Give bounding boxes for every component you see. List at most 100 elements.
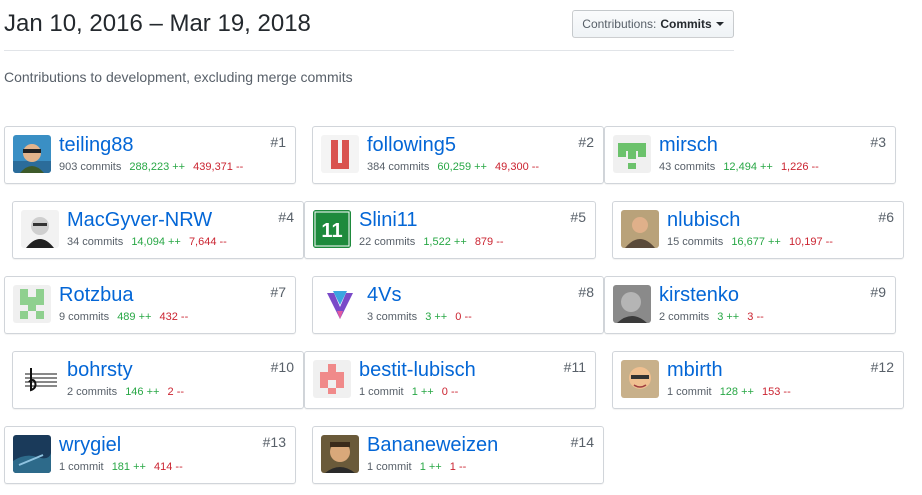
contributor-name-link[interactable]: wrygiel <box>59 434 121 457</box>
photo-avatar-icon[interactable] <box>21 210 59 248</box>
deletions-count: 7,644 -- <box>188 236 227 248</box>
identicon-avatar-icon[interactable] <box>313 360 351 398</box>
caret-down-icon <box>715 22 724 26</box>
contributor-stats: 1 commit 128 ++ 153 -- <box>667 386 791 398</box>
contributor-rank: #10 <box>270 359 294 375</box>
photo-avatar-icon[interactable] <box>13 135 51 173</box>
contributor-name-link[interactable]: nlubisch <box>667 209 740 232</box>
contributor-name-link[interactable]: bohrsty <box>67 359 133 382</box>
contributor-stats: 1 commit 181 ++ 414 -- <box>59 461 183 473</box>
deletions-count: 2 -- <box>167 386 185 398</box>
dropdown-prefix: Contributions: <box>582 17 657 31</box>
contributor-name-link[interactable]: mbirth <box>667 359 723 382</box>
identicon-avatar-icon[interactable] <box>613 135 651 173</box>
additions-count: 146 ++ <box>125 386 160 398</box>
contributor-stats: 9 commits 489 ++ 432 -- <box>59 311 188 323</box>
contributor-card: mirsch #3 43 commits 12,494 ++ 1,226 -- <box>604 126 896 184</box>
photo-avatar-icon[interactable] <box>613 285 651 323</box>
contributor-rank: #7 <box>270 284 286 300</box>
deletions-count: 439,371 -- <box>193 161 244 173</box>
commit-count-link[interactable]: 1 commit <box>367 461 412 473</box>
contributor-name-link[interactable]: 4Vs <box>367 284 401 307</box>
additions-count: 3 ++ <box>425 311 448 323</box>
commit-count-link[interactable]: 384 commits <box>367 161 429 173</box>
contributor-rank: #12 <box>870 359 894 375</box>
contributor-card: following5 #2 384 commits 60,259 ++ 49,3… <box>312 126 604 184</box>
deletions-count: 153 -- <box>762 386 791 398</box>
contributor-card: Rotzbua #7 9 commits 489 ++ 432 -- <box>4 276 296 334</box>
contributor-card: MacGyver-NRW #4 34 commits 14,094 ++ 7,6… <box>12 201 304 259</box>
contributor-rank: #13 <box>262 434 286 450</box>
identicon-avatar-icon[interactable] <box>13 285 51 323</box>
commit-count-link[interactable]: 2 commits <box>67 386 117 398</box>
commit-count-link[interactable]: 15 commits <box>667 236 723 248</box>
contributor-name-link[interactable]: Slini11 <box>359 209 418 232</box>
contributor-rank: #11 <box>563 359 586 375</box>
commit-count-link[interactable]: 1 commit <box>359 386 404 398</box>
photo-avatar-icon[interactable] <box>13 435 51 473</box>
contributor-stats: 1 commit 1 ++ 1 -- <box>367 461 466 473</box>
commit-count-link[interactable]: 903 commits <box>59 161 121 173</box>
commit-count-link[interactable]: 2 commits <box>659 311 709 323</box>
photo-avatar-icon[interactable] <box>321 435 359 473</box>
date-range-title: Jan 10, 2016 – Mar 19, 2018 <box>4 10 311 37</box>
additions-count: 1 ++ <box>411 386 434 398</box>
photo-avatar-icon[interactable] <box>621 360 659 398</box>
logo-avatar-icon[interactable] <box>321 285 359 323</box>
commit-count-link[interactable]: 34 commits <box>67 236 123 248</box>
contributor-stats: 34 commits 14,094 ++ 7,644 -- <box>67 236 227 248</box>
deletions-count: 10,197 -- <box>788 236 833 248</box>
contributor-stats: 15 commits 16,677 ++ 10,197 -- <box>667 236 833 248</box>
contributor-card: Bananeweizen #14 1 commit 1 ++ 1 -- <box>312 426 604 484</box>
contributor-rank: #3 <box>870 134 886 150</box>
deletions-count: 432 -- <box>159 311 189 323</box>
deletions-count: 414 -- <box>154 461 183 473</box>
additions-count: 489 ++ <box>117 311 152 323</box>
music-logo-avatar-icon[interactable] <box>21 360 59 398</box>
additions-count: 14,094 ++ <box>131 236 181 248</box>
additions-count: 128 ++ <box>719 386 754 398</box>
deletions-count: 0 -- <box>455 311 472 323</box>
text-logo-avatar-icon[interactable]: 11 <box>313 210 351 248</box>
contributor-stats: 384 commits 60,259 ++ 49,300 -- <box>367 161 539 173</box>
contributor-rank: #1 <box>270 134 286 150</box>
commit-count-link[interactable]: 3 commits <box>367 311 417 323</box>
contributor-card: bohrsty #10 2 commits 146 ++ 2 -- <box>12 351 304 409</box>
commit-count-link[interactable]: 1 commit <box>59 461 104 473</box>
commit-count-link[interactable]: 22 commits <box>359 236 415 248</box>
deletions-count: 879 -- <box>474 236 504 248</box>
contributor-card: wrygiel #13 1 commit 181 ++ 414 -- <box>4 426 296 484</box>
page-subtitle: Contributions to development, excluding … <box>4 69 353 85</box>
additions-count: 181 ++ <box>111 461 146 473</box>
additions-count: 12,494 ++ <box>723 161 773 173</box>
deletions-count: 49,300 -- <box>495 161 540 173</box>
commit-count-link[interactable]: 1 commit <box>667 386 712 398</box>
commit-count-link[interactable]: 9 commits <box>59 311 109 323</box>
contributor-card: bestit-lubisch #11 1 commit 1 ++ 0 -- <box>304 351 596 409</box>
contributor-stats: 903 commits 288,223 ++ 439,371 -- <box>59 161 243 173</box>
photo-avatar-icon[interactable] <box>621 210 659 248</box>
additions-count: 1 ++ <box>419 461 442 473</box>
contributor-name-link[interactable]: teiling88 <box>59 134 134 157</box>
contributor-card: teiling88 #1 903 commits 288,223 ++ 439,… <box>4 126 296 184</box>
contributor-name-link[interactable]: Rotzbua <box>59 284 134 307</box>
contributor-rank: #9 <box>870 284 886 300</box>
contributions-dropdown[interactable]: Contributions: Commits <box>572 10 734 38</box>
red-logo-avatar-icon[interactable] <box>321 135 359 173</box>
contributor-name-link[interactable]: mirsch <box>659 134 718 157</box>
contributor-stats: 43 commits 12,494 ++ 1,226 -- <box>659 161 819 173</box>
contributor-name-link[interactable]: MacGyver-NRW <box>67 209 212 232</box>
contributor-stats: 2 commits 3 ++ 3 -- <box>659 311 764 323</box>
contributor-card: 11 Slini11 #5 22 commits 1,522 ++ 879 -- <box>304 201 596 259</box>
contributor-name-link[interactable]: bestit-lubisch <box>359 359 476 382</box>
commit-count-link[interactable]: 43 commits <box>659 161 715 173</box>
contributor-name-link[interactable]: following5 <box>367 134 456 157</box>
contributor-rank: #8 <box>578 284 594 300</box>
deletions-count: 3 -- <box>747 311 764 323</box>
additions-count: 288,223 ++ <box>129 161 186 173</box>
contributor-rank: #5 <box>570 209 586 225</box>
contributor-name-link[interactable]: kirstenko <box>659 284 739 307</box>
contributor-stats: 3 commits 3 ++ 0 -- <box>367 311 472 323</box>
dropdown-value: Commits <box>660 17 712 31</box>
contributor-name-link[interactable]: Bananeweizen <box>367 434 498 457</box>
